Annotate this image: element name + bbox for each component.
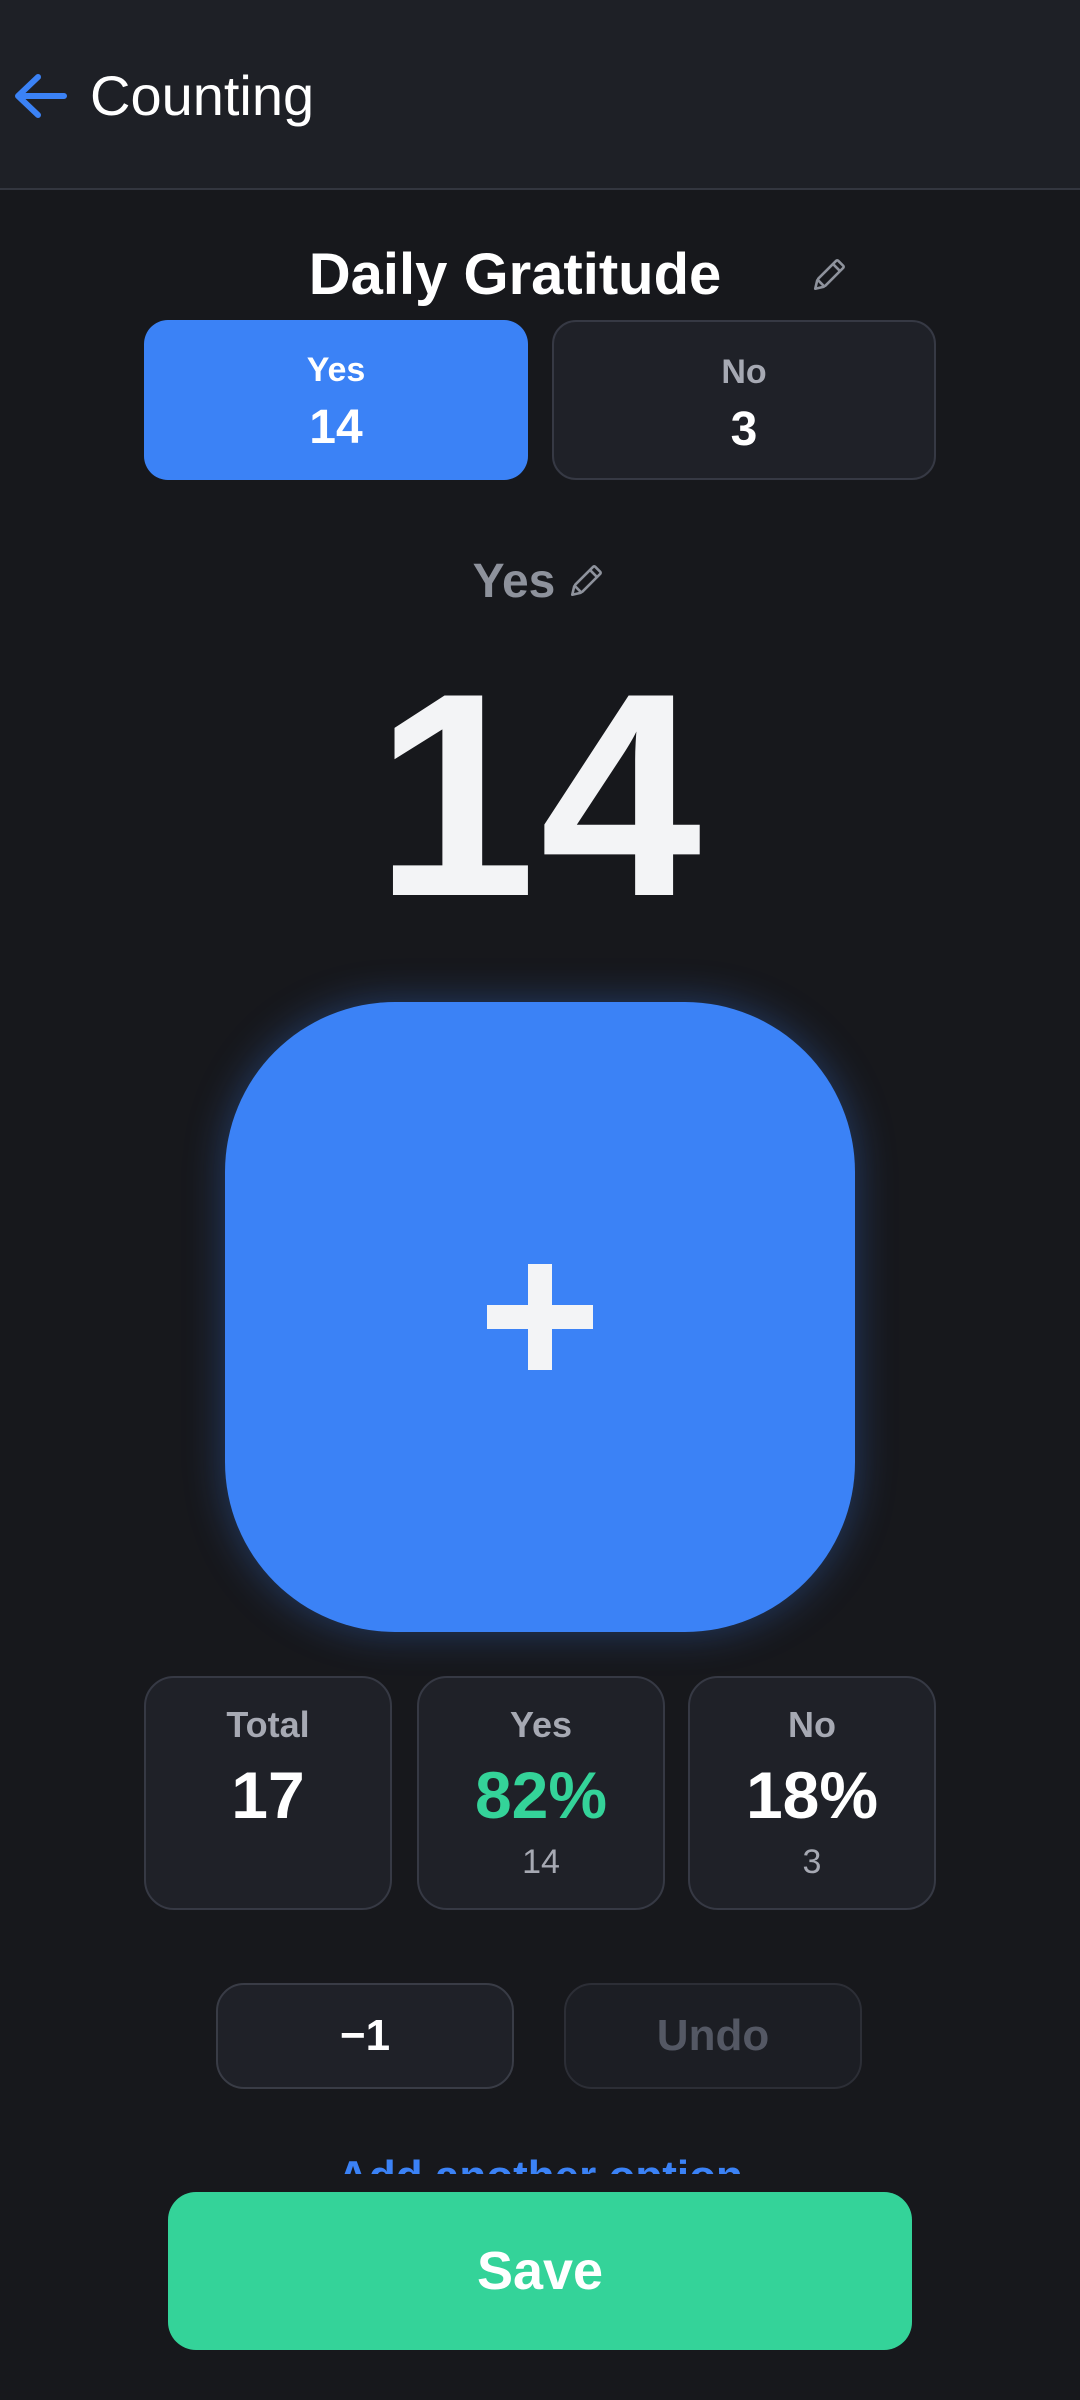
back-button[interactable] [8,62,72,130]
top-app-bar: Counting [0,0,1080,190]
option-yes[interactable]: Yes 14 [144,320,528,480]
stat-no-card: No 18% 3 [688,1676,936,1910]
add-option-link[interactable]: Add another option [0,2148,1080,2174]
stat-total-value: 17 [231,1758,305,1832]
stat-no-label: No [788,1704,836,1745]
stat-total-label: Total [226,1704,310,1745]
edit-title-button[interactable] [806,254,850,298]
stat-yes-count: 14 [522,1843,560,1881]
counting-screen: Counting Daily Gratitude Yes 14 No 3 Yes [0,0,1080,2400]
stat-yes-label: Yes [509,1704,573,1745]
decrement-button[interactable]: −1 [216,1983,514,2089]
edit-option-button[interactable] [563,560,607,604]
stat-yes-percent: 82% [474,1758,608,1832]
option-no-label: No [721,353,767,391]
stat-no-percent: 18% [745,1758,879,1832]
option-yes-count: 14 [309,401,363,454]
save-button[interactable]: Save [168,2192,912,2350]
stat-yes-card: Yes 82% 14 [417,1676,665,1910]
option-no-count: 3 [730,403,758,456]
stat-total-card: Total 17 [144,1676,392,1910]
current-option-label: Yes [472,555,556,608]
undo-button[interactable]: Undo [564,1983,862,2089]
page-title: Counting [90,64,315,127]
increment-button[interactable] [225,1002,855,1632]
add-option-link-label: Add another option [337,2152,743,2174]
pencil-icon [571,565,603,597]
stat-no-count: 3 [802,1843,822,1881]
current-count: 14 [374,633,706,957]
option-yes-label: Yes [306,351,366,389]
pencil-icon [813,259,845,291]
plus-icon [487,1264,593,1370]
counter-title: Daily Gratitude [308,242,722,307]
arrow-left-icon [15,74,67,118]
option-no[interactable]: No 3 [552,320,936,480]
current-option-row: Yes [0,552,1080,612]
